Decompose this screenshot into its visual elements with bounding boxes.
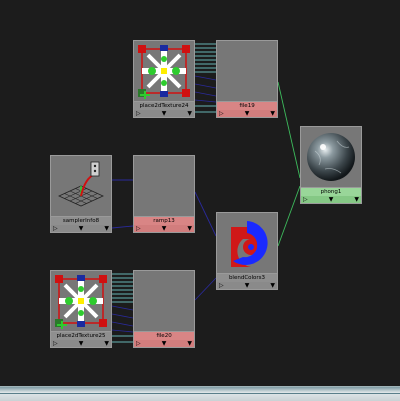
place2d-icon <box>138 45 190 99</box>
input-port-icon[interactable]: ▷ <box>219 110 224 117</box>
output-port-icon[interactable]: ▼ <box>79 225 84 232</box>
wire-blend-phong <box>277 185 301 247</box>
place2dtexture-swatch <box>50 270 112 332</box>
node-label: samplerInfo8 <box>50 217 112 225</box>
blend-colors-icon <box>231 221 268 267</box>
node-ports: ▷ ▼ ▼ <box>133 110 195 118</box>
wire-file20-blend <box>194 277 217 301</box>
file-texture-swatch <box>216 40 278 102</box>
node-ports: ▷ ▼ ▼ <box>216 282 278 290</box>
node-samplerinfo8[interactable]: samplerInfo8 ▷ ▼ ▼ <box>50 155 112 233</box>
node-label: file20 <box>133 332 195 340</box>
output-port-icon[interactable]: ▼ <box>187 110 192 117</box>
window-bottom-frame <box>0 386 400 401</box>
output-port-icon[interactable]: ▼ <box>187 225 192 232</box>
samplerinfo-swatch <box>50 155 112 217</box>
output-port-icon[interactable]: ▼ <box>270 110 275 117</box>
input-port-icon[interactable]: ▷ <box>136 340 141 347</box>
node-place2dtexture24[interactable]: place2dTexture24 ▷ ▼ ▼ <box>133 40 195 118</box>
output-port-icon[interactable]: ▼ <box>270 282 275 289</box>
output-port-icon[interactable]: ▼ <box>162 225 167 232</box>
node-ports: ▷ ▼ ▼ <box>50 340 112 348</box>
node-ports: ▷ ▼ ▼ <box>133 225 195 233</box>
output-port-icon[interactable]: ▼ <box>245 110 250 117</box>
node-ports: ▷ ▼ ▼ <box>133 340 195 348</box>
frame-divider <box>0 393 400 394</box>
node-label: place2dTexture24 <box>133 102 195 110</box>
place2dtexture-swatch <box>133 40 195 102</box>
phong-swatch <box>300 126 362 188</box>
node-label: file19 <box>216 102 278 110</box>
node-label: blendColors3 <box>216 274 278 282</box>
input-port-icon[interactable]: ▷ <box>303 196 308 203</box>
node-phong1[interactable]: phong1 ▷ ▼ ▼ <box>300 126 362 204</box>
node-file20[interactable]: file20 ▷ ▼ ▼ <box>133 270 195 348</box>
output-port-icon[interactable]: ▼ <box>162 110 167 117</box>
output-port-icon[interactable]: ▼ <box>104 340 109 347</box>
output-port-icon[interactable]: ▼ <box>187 340 192 347</box>
wire-place24-file19-blue <box>194 75 217 103</box>
wire-sampler-ramp <box>111 179 134 229</box>
blendcolors-swatch <box>216 212 278 274</box>
hypershade-graph-canvas[interactable]: place2dTexture24 ▷ ▼ ▼ file19 ▷ ▼ ▼ samp… <box>0 0 400 386</box>
output-port-icon[interactable]: ▼ <box>162 340 167 347</box>
node-ports: ▷ ▼ ▼ <box>216 110 278 118</box>
output-port-icon[interactable]: ▼ <box>329 196 334 203</box>
node-file19[interactable]: file19 ▷ ▼ ▼ <box>216 40 278 118</box>
wire-file19-phong <box>277 81 301 179</box>
file-texture-swatch <box>133 270 195 332</box>
output-port-icon[interactable]: ▼ <box>104 225 109 232</box>
phong-sphere-icon <box>307 133 355 181</box>
node-ports: ▷ ▼ ▼ <box>300 196 362 204</box>
ramp-swatch <box>133 155 195 217</box>
output-port-icon[interactable]: ▼ <box>354 196 359 203</box>
input-port-icon[interactable]: ▷ <box>136 225 141 232</box>
node-label: place2dTexture25 <box>50 332 112 340</box>
output-port-icon[interactable]: ▼ <box>245 282 250 289</box>
input-port-icon[interactable]: ▷ <box>53 340 58 347</box>
node-label: phong1 <box>300 188 362 196</box>
input-port-icon[interactable]: ▷ <box>136 110 141 117</box>
sampler-info-icon <box>58 161 104 207</box>
node-ramp13[interactable]: ramp13 ▷ ▼ ▼ <box>133 155 195 233</box>
node-label: ramp13 <box>133 217 195 225</box>
node-blendcolors3[interactable]: blendColors3 ▷ ▼ ▼ <box>216 212 278 290</box>
output-port-icon[interactable]: ▼ <box>79 340 84 347</box>
input-port-icon[interactable]: ▷ <box>219 282 224 289</box>
node-ports: ▷ ▼ ▼ <box>50 225 112 233</box>
wire-place25-file20-blue <box>111 305 134 333</box>
input-port-icon[interactable]: ▷ <box>53 225 58 232</box>
node-place2dtexture25[interactable]: place2dTexture25 ▷ ▼ ▼ <box>50 270 112 348</box>
wire-ramp-blend <box>194 191 217 237</box>
place2d-icon <box>55 275 107 329</box>
